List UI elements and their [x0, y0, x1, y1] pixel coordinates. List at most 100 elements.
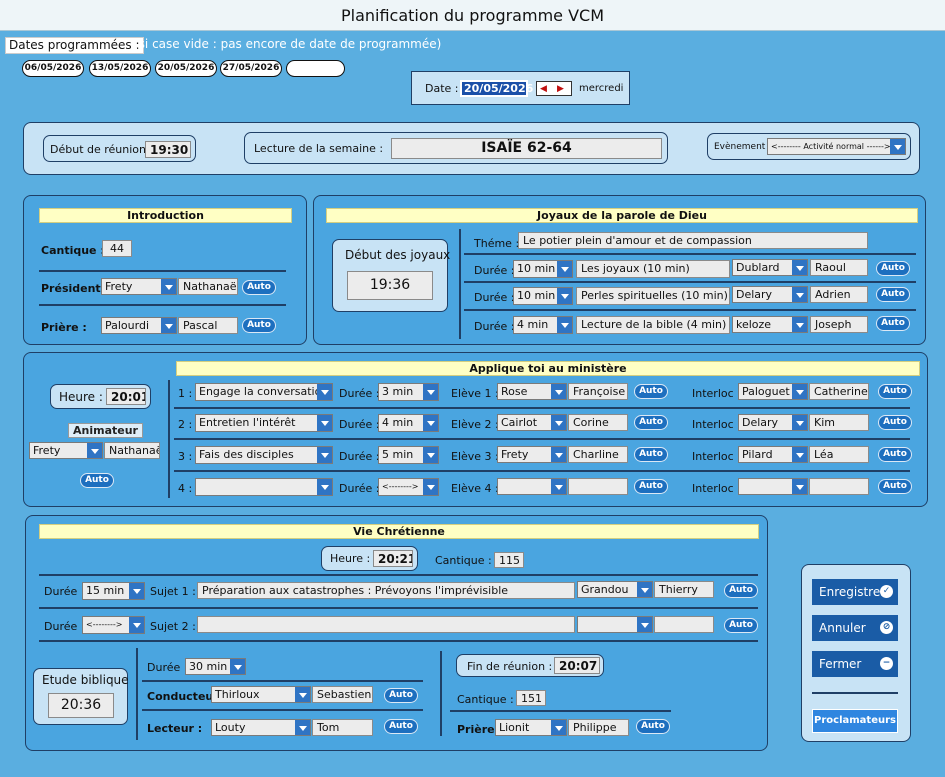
- eleve-lastname-select[interactable]: [497, 478, 567, 495]
- interloc-lastname-select[interactable]: Delary: [738, 414, 808, 431]
- interloc-firstname-field[interactable]: [809, 478, 869, 495]
- vie-cantique2-field[interactable]: 151: [516, 690, 546, 706]
- joyaux-firstname-field[interactable]: Raoul: [810, 259, 868, 276]
- ministere-heure-field[interactable]: 20:01: [106, 388, 146, 405]
- etude-field[interactable]: 20:36: [48, 693, 114, 718]
- joyaux-lastname-select[interactable]: Delary: [732, 286, 808, 303]
- intro-priere-auto-button[interactable]: Auto: [242, 318, 276, 333]
- interloc-auto-button[interactable]: Auto: [878, 479, 912, 494]
- eleve-lastname-select[interactable]: Frety: [497, 446, 567, 463]
- ministere-sujet-select[interactable]: Engage la conversation: [195, 383, 333, 401]
- ministere-sujet-select[interactable]: [195, 478, 333, 496]
- date-pill-1[interactable]: 06/05/2026: [22, 60, 84, 77]
- ministere-duree-select[interactable]: 5 min: [378, 446, 439, 464]
- vie-duree1-select[interactable]: 15 min: [82, 582, 145, 600]
- prev-date-icon[interactable]: ◀: [540, 84, 554, 94]
- president-auto-button[interactable]: Auto: [242, 280, 276, 295]
- lecteur-lastname-select[interactable]: Louty: [211, 719, 311, 736]
- cancel-button[interactable]: Annuler ⊘: [812, 615, 898, 641]
- president-lastname-select[interactable]: Frety: [101, 278, 177, 295]
- joyaux-auto-button[interactable]: Auto: [876, 261, 910, 276]
- date-pill-5[interactable]: [286, 60, 345, 77]
- joyaux-duree-select[interactable]: 4 min: [513, 316, 573, 334]
- conducteur-lastname-select[interactable]: Thirloux: [211, 686, 311, 703]
- eleve-lastname-select[interactable]: Rose: [497, 383, 567, 400]
- eleve-auto-button[interactable]: Auto: [634, 479, 668, 494]
- vie-priere-firstname-field[interactable]: Philippe: [568, 719, 629, 736]
- vie-duree2-select[interactable]: <-------->: [82, 616, 145, 634]
- joyaux-sujet-field[interactable]: Lecture de la bible (4 min): [576, 316, 730, 334]
- interloc-auto-button[interactable]: Auto: [878, 415, 912, 430]
- save-button[interactable]: Enregistrer ✓: [812, 579, 898, 605]
- date-input[interactable]: 20/05/2026: [460, 80, 533, 97]
- eleve-firstname-field[interactable]: Corine: [568, 414, 628, 431]
- vie-cantique-field[interactable]: 115: [494, 552, 524, 568]
- eleve-firstname-field[interactable]: Françoise: [568, 383, 628, 400]
- interloc-lastname-select[interactable]: Paloguet: [738, 383, 808, 400]
- joyaux-firstname-field[interactable]: Adrien: [810, 286, 868, 303]
- joyaux-sujet-field[interactable]: Perles spirituelles (10 min): [576, 287, 730, 305]
- eleve-auto-button[interactable]: Auto: [634, 415, 668, 430]
- eleve-lastname-select[interactable]: Cairlot: [497, 414, 567, 431]
- joyaux-start-field[interactable]: 19:36: [347, 271, 433, 300]
- next-date-icon[interactable]: ▶: [557, 84, 571, 94]
- interloc-firstname-field[interactable]: Catherine: [809, 383, 869, 400]
- animateur-lastname-select[interactable]: Frety: [29, 442, 103, 459]
- date-pill-4[interactable]: 27/05/2026: [220, 60, 282, 77]
- joyaux-auto-button[interactable]: Auto: [876, 287, 910, 302]
- sujet2-lastname-select[interactable]: [577, 616, 653, 633]
- ministere-duree-select[interactable]: 4 min: [378, 414, 439, 432]
- sujet1-lastname-select[interactable]: Grandou: [577, 581, 653, 598]
- intro-priere-firstname-field[interactable]: Pascal: [178, 317, 238, 334]
- joyaux-auto-button[interactable]: Auto: [876, 316, 910, 331]
- intro-cantique-field[interactable]: 44: [102, 240, 132, 257]
- joyaux-lastname-select[interactable]: keloze: [732, 316, 808, 333]
- lecteur-firstname-field[interactable]: Tom: [312, 719, 373, 736]
- conducteur-auto-button[interactable]: Auto: [384, 688, 418, 703]
- vie-priere-lastname-select[interactable]: Lionit: [495, 719, 567, 736]
- joyaux-firstname-field[interactable]: Joseph: [810, 316, 868, 333]
- vie-priere-auto-button[interactable]: Auto: [636, 719, 670, 734]
- close-button[interactable]: Fermer −: [812, 651, 898, 677]
- sujet1-firstname-field[interactable]: Thierry: [654, 581, 714, 598]
- fin-field[interactable]: 20:07: [554, 657, 600, 674]
- vie-heure-field[interactable]: 20:21: [373, 550, 413, 567]
- meeting-start-field[interactable]: 19:30: [145, 141, 191, 158]
- date-pill-3[interactable]: 20/05/2026: [155, 60, 217, 77]
- interloc-auto-button[interactable]: Auto: [878, 384, 912, 399]
- interloc-auto-button[interactable]: Auto: [878, 447, 912, 462]
- interloc-firstname-field[interactable]: Léa: [809, 446, 869, 463]
- animateur-auto-button[interactable]: Auto: [80, 473, 114, 488]
- sujet2-firstname-field[interactable]: [654, 616, 714, 633]
- etude-duree-select[interactable]: 30 min: [185, 658, 246, 675]
- joyaux-lastname-select[interactable]: Dublard: [732, 259, 808, 276]
- theme-field[interactable]: Le potier plein d'amour et de compassion: [518, 232, 868, 249]
- eleve-firstname-field[interactable]: [568, 478, 628, 495]
- ministere-duree-select[interactable]: 3 min: [378, 383, 439, 401]
- animateur-firstname-field[interactable]: Nathanaël: [104, 442, 160, 459]
- intro-priere-lastname-select[interactable]: Palourdi: [101, 317, 177, 334]
- eleve-auto-button[interactable]: Auto: [634, 384, 668, 399]
- sujet2-auto-button[interactable]: Auto: [724, 618, 758, 633]
- sujet1-field[interactable]: Préparation aux catastrophes : Prévoyons…: [197, 582, 575, 599]
- joyaux-duree-select[interactable]: 10 min: [513, 260, 573, 278]
- reading-field[interactable]: ISAÏE 62-64: [391, 138, 662, 159]
- joyaux-duree-select[interactable]: 10 min: [513, 287, 573, 305]
- joyaux-sujet-field[interactable]: Les joyaux (10 min): [576, 260, 730, 278]
- interloc-lastname-select[interactable]: [738, 478, 808, 495]
- conducteur-firstname-field[interactable]: Sebastien: [312, 686, 373, 703]
- sujet2-field[interactable]: [197, 616, 575, 633]
- eleve-firstname-field[interactable]: Charline: [568, 446, 628, 463]
- interloc-lastname-select[interactable]: Pilard: [738, 446, 808, 463]
- interloc-firstname-field[interactable]: Kim: [809, 414, 869, 431]
- sujet1-auto-button[interactable]: Auto: [724, 583, 758, 598]
- ministere-sujet-select[interactable]: Fais des disciples: [195, 446, 333, 464]
- president-firstname-field[interactable]: Nathanaël: [178, 278, 238, 295]
- date-pill-2[interactable]: 13/05/2026: [89, 60, 151, 77]
- ministere-duree-select[interactable]: <-------->: [378, 478, 439, 496]
- ministere-sujet-select[interactable]: Entretien l'intérêt: [195, 414, 333, 432]
- event-select[interactable]: <-------- Activité normal ------>: [767, 138, 906, 155]
- lecteur-auto-button[interactable]: Auto: [384, 719, 418, 734]
- proclamateurs-button[interactable]: Proclamateurs: [812, 709, 898, 733]
- eleve-auto-button[interactable]: Auto: [634, 447, 668, 462]
